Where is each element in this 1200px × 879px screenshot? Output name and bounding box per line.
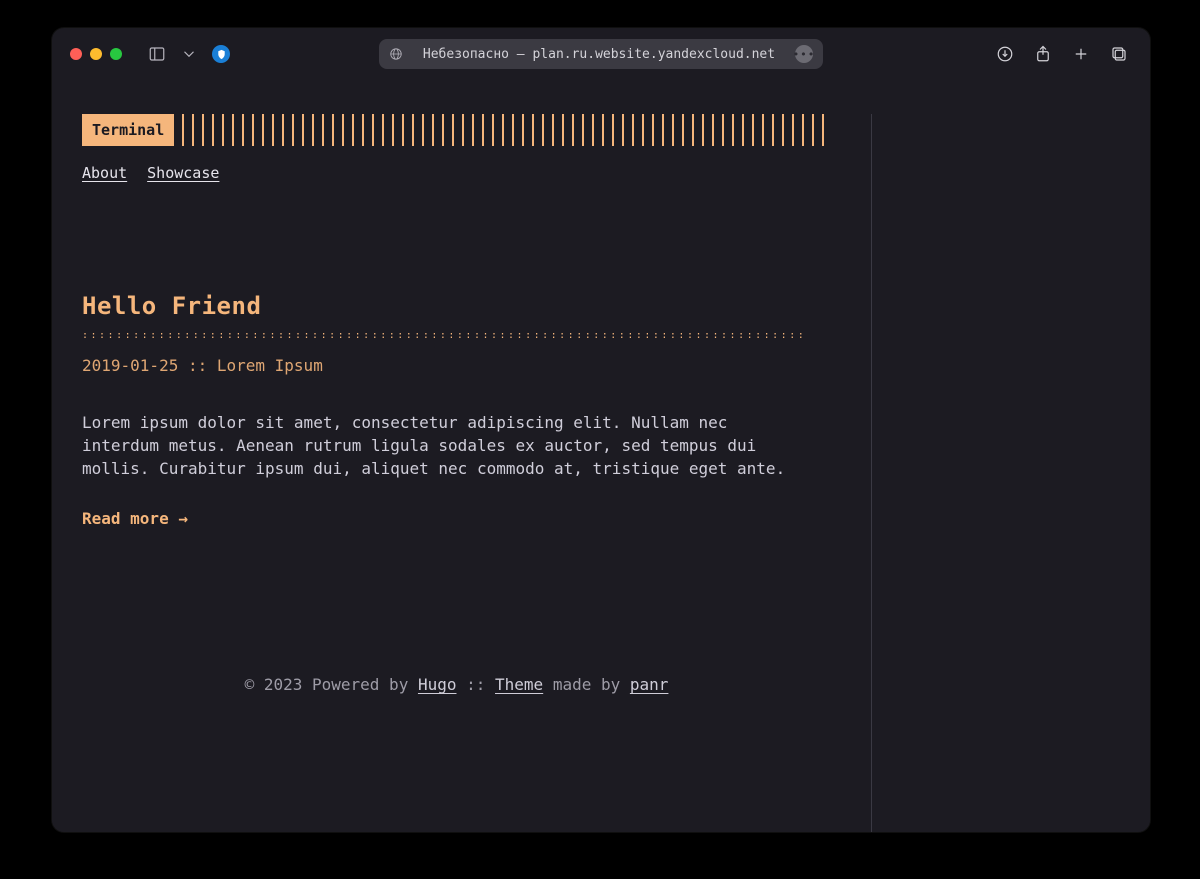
- read-more-link[interactable]: Read more →: [82, 509, 188, 528]
- sidebar-toggle-icon[interactable]: [148, 45, 166, 63]
- content-column: Terminal About Showcase Hello Friend :::…: [82, 114, 872, 832]
- meta-sep: ::: [178, 356, 217, 375]
- post-meta: 2019-01-25 :: Lorem Ipsum: [82, 356, 831, 375]
- main-nav: About Showcase: [82, 164, 831, 182]
- page-viewport: Terminal About Showcase Hello Friend :::…: [52, 80, 1150, 832]
- footer-made-by: made by: [543, 675, 630, 694]
- chevron-down-icon[interactable]: [180, 45, 198, 63]
- toolbar-right: [996, 45, 1132, 63]
- window-controls: [70, 48, 122, 60]
- post-title[interactable]: Hello Friend: [82, 292, 831, 320]
- header-decoration: [182, 114, 831, 146]
- footer: © 2023 Powered by Hugo :: Theme made by …: [82, 675, 831, 694]
- address-bar-more-icon[interactable]: •••: [795, 45, 813, 63]
- footer-panr-link[interactable]: panr: [630, 675, 669, 694]
- post: Hello Friend :::::::::::::::::::::::::::…: [82, 292, 831, 528]
- extension-shield-icon[interactable]: [212, 45, 230, 63]
- globe-icon: [389, 47, 403, 61]
- post-divider: ::::::::::::::::::::::::::::::::::::::::…: [82, 330, 802, 340]
- site-logo[interactable]: Terminal: [82, 114, 174, 146]
- address-bar-text: Небезопасно — plan.ru.website.yandexclou…: [411, 47, 787, 62]
- post-date: 2019-01-25: [82, 356, 178, 375]
- browser-window: Небезопасно — plan.ru.website.yandexclou…: [52, 28, 1150, 832]
- footer-sep: ::: [456, 675, 495, 694]
- nav-showcase[interactable]: Showcase: [147, 164, 219, 182]
- footer-copyright: © 2023 Powered by: [245, 675, 418, 694]
- downloads-icon[interactable]: [996, 45, 1014, 63]
- share-icon[interactable]: [1034, 45, 1052, 63]
- header: Terminal: [82, 114, 831, 146]
- post-excerpt: Lorem ipsum dolor sit amet, consectetur …: [82, 411, 802, 481]
- tabs-overview-icon[interactable]: [1110, 45, 1128, 63]
- new-tab-icon[interactable]: [1072, 45, 1090, 63]
- titlebar: Небезопасно — plan.ru.website.yandexclou…: [52, 28, 1150, 80]
- post-author: Lorem Ipsum: [217, 356, 323, 375]
- close-window-button[interactable]: [70, 48, 82, 60]
- minimize-window-button[interactable]: [90, 48, 102, 60]
- nav-about[interactable]: About: [82, 164, 127, 182]
- address-bar[interactable]: Небезопасно — plan.ru.website.yandexclou…: [379, 39, 823, 69]
- toolbar-left: [148, 45, 230, 63]
- maximize-window-button[interactable]: [110, 48, 122, 60]
- footer-theme-link[interactable]: Theme: [495, 675, 543, 694]
- footer-hugo-link[interactable]: Hugo: [418, 675, 457, 694]
